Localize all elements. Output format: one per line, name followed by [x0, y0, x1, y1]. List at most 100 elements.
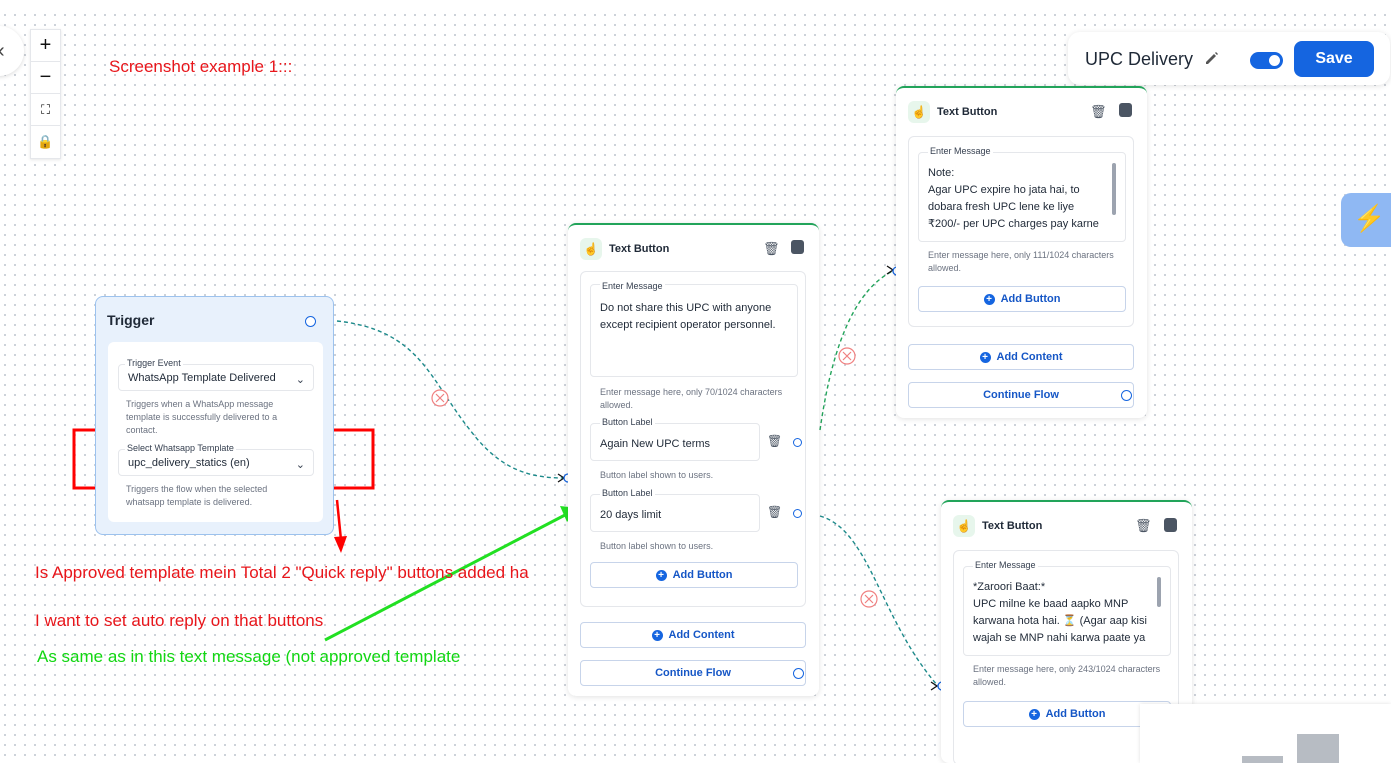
- trigger-body: WhatsApp Template Delivered ⌄ Trigger Ev…: [108, 342, 323, 522]
- node-title: Text Button: [982, 520, 1043, 532]
- trigger-event-value: WhatsApp Template Delivered: [128, 372, 276, 384]
- save-button[interactable]: Save: [1294, 41, 1374, 77]
- edge-main-to-bottom: [819, 515, 939, 687]
- fit-view-button[interactable]: ⛶: [31, 94, 60, 126]
- plus-icon: +: [979, 351, 991, 363]
- add-button-button[interactable]: + Add Button: [918, 286, 1126, 312]
- button-label-caption: Button Label: [600, 417, 655, 427]
- continue-flow-handle[interactable]: [1121, 390, 1132, 401]
- copy-icon[interactable]: [1119, 103, 1132, 117]
- trash-icon[interactable]: 🗑: [767, 434, 782, 448]
- annotation-line-2: I want to set auto reply on that buttons: [35, 611, 324, 630]
- button-label-field[interactable]: Again New UPC terms: [590, 423, 760, 461]
- message-label: Enter Message: [973, 560, 1038, 570]
- trash-icon[interactable]: 🗑: [1135, 518, 1152, 534]
- trash-icon[interactable]: 🗑: [767, 505, 782, 519]
- annotation-line-3: As same as in this text message (not app…: [37, 647, 461, 666]
- minimap-node: [1242, 756, 1283, 763]
- lightning-icon: ⚡: [1353, 203, 1386, 233]
- edge-trigger-to-main: [336, 320, 565, 479]
- add-button-label: Add Button: [672, 569, 733, 581]
- trigger-event-hint: Triggers when a WhatsApp message templat…: [126, 399, 278, 435]
- button-output-handle[interactable]: [793, 509, 802, 518]
- flow-name: UPC Delivery: [1085, 49, 1194, 69]
- annotation-title: Screenshot example 1:::: [109, 57, 293, 76]
- button-label-value: Again New UPC terms: [600, 438, 711, 450]
- hand-icon: ☝: [908, 101, 930, 123]
- close-icon: ‹: [0, 40, 5, 63]
- message-hint: Enter message here, only 111/1024 charac…: [928, 250, 1114, 273]
- red-arrow: [335, 499, 343, 541]
- continue-flow-label: Continue Flow: [655, 667, 731, 679]
- edge-main-to-top: [819, 269, 896, 431]
- message-label: Enter Message: [928, 146, 993, 156]
- active-toggle[interactable]: [1250, 52, 1283, 69]
- trigger-event-select[interactable]: WhatsApp Template Delivered ⌄: [118, 364, 314, 391]
- minimap-node: [1297, 734, 1339, 763]
- edge-delete-icon[interactable]: [838, 347, 856, 365]
- flow-header: UPC Delivery Save: [1068, 32, 1390, 85]
- node-title: Text Button: [937, 106, 998, 118]
- pencil-icon[interactable]: [1203, 49, 1221, 67]
- continue-flow-label: Continue Flow: [983, 389, 1059, 401]
- minimap[interactable]: [1140, 704, 1391, 763]
- hand-icon: ☝: [580, 238, 602, 260]
- node-body: Note: Agar UPC expire ho jata hai, to do…: [908, 136, 1134, 327]
- add-content-button[interactable]: + Add Content: [580, 622, 806, 648]
- edge-arrowhead: [930, 681, 939, 691]
- text-button-node-top[interactable]: ☝ Text Button 🗑 Note: Agar UPC expire ho…: [896, 86, 1147, 418]
- message-hint: Enter message here, only 243/1024 charac…: [973, 664, 1161, 687]
- message-field[interactable]: Do not share this UPC with anyone except…: [590, 284, 798, 377]
- scrollbar[interactable]: [1157, 577, 1161, 607]
- node-title: Text Button: [609, 243, 670, 255]
- chevron-down-icon: ⌄: [295, 459, 305, 471]
- add-content-label: Add Content: [668, 629, 735, 641]
- side-widget[interactable]: ⚡: [1341, 193, 1391, 247]
- trigger-event-label: Trigger Event: [125, 358, 183, 368]
- zoom-out-button[interactable]: −: [31, 62, 60, 94]
- trigger-title: Trigger: [107, 312, 155, 328]
- trigger-output-handle[interactable]: [305, 316, 316, 327]
- add-content-label: Add Content: [996, 351, 1063, 363]
- message-text: Do not share this UPC with anyone except…: [600, 302, 776, 331]
- plus-icon: +: [651, 629, 663, 641]
- trigger-node[interactable]: Trigger WhatsApp Template Delivered ⌄ Tr…: [95, 296, 334, 535]
- continue-flow-button[interactable]: Continue Flow: [908, 382, 1134, 408]
- button-output-handle[interactable]: [793, 438, 802, 447]
- message-label: Enter Message: [600, 281, 665, 291]
- annotation-line-1: Is Approved template mein Total 2 "Quick…: [35, 563, 529, 582]
- copy-icon[interactable]: [791, 240, 804, 254]
- edge-delete-icon[interactable]: [860, 590, 878, 608]
- continue-flow-handle[interactable]: [793, 668, 804, 679]
- copy-icon[interactable]: [1164, 518, 1177, 532]
- button-label-field[interactable]: 20 days limit: [590, 494, 760, 532]
- template-value: upc_delivery_statics (en): [128, 457, 250, 469]
- text-button-node-main[interactable]: ☝ Text Button 🗑 Do not share this UPC wi…: [568, 223, 819, 696]
- scrollbar[interactable]: [1112, 163, 1116, 215]
- message-text: *Zaroori Baat:* UPC milne ke baad aapko …: [973, 581, 1147, 644]
- trash-icon[interactable]: 🗑: [1090, 104, 1107, 120]
- template-select[interactable]: upc_delivery_statics (en) ⌄: [118, 449, 314, 476]
- button-label-value: 20 days limit: [600, 509, 662, 521]
- continue-flow-button[interactable]: Continue Flow: [580, 660, 806, 686]
- node-body: Do not share this UPC with anyone except…: [580, 271, 806, 607]
- add-button-button[interactable]: + Add Button: [590, 562, 798, 588]
- button-label-caption: Button Label: [600, 488, 655, 498]
- chevron-down-icon: ⌄: [295, 374, 305, 386]
- plus-icon: +: [983, 293, 995, 305]
- canvas-controls: + − ⛶ 🔒: [30, 29, 61, 159]
- plus-icon: +: [1028, 708, 1040, 720]
- message-text: Note: Agar UPC expire ho jata hai, to do…: [928, 167, 1099, 230]
- button-hint: Button label shown to users.: [600, 470, 714, 480]
- zoom-in-button[interactable]: +: [31, 30, 60, 62]
- message-field[interactable]: Note: Agar UPC expire ho jata hai, to do…: [918, 152, 1126, 242]
- edge-delete-icon[interactable]: [431, 389, 449, 407]
- add-content-button[interactable]: + Add Content: [908, 344, 1134, 370]
- hand-icon: ☝: [953, 515, 975, 537]
- lock-button[interactable]: 🔒: [31, 126, 60, 158]
- button-hint: Button label shown to users.: [600, 541, 714, 551]
- trash-icon[interactable]: 🗑: [763, 241, 780, 257]
- template-hint: Triggers the flow when the selected what…: [126, 484, 268, 507]
- add-button-label: Add Button: [1000, 293, 1061, 305]
- message-field[interactable]: *Zaroori Baat:* UPC milne ke baad aapko …: [963, 566, 1171, 656]
